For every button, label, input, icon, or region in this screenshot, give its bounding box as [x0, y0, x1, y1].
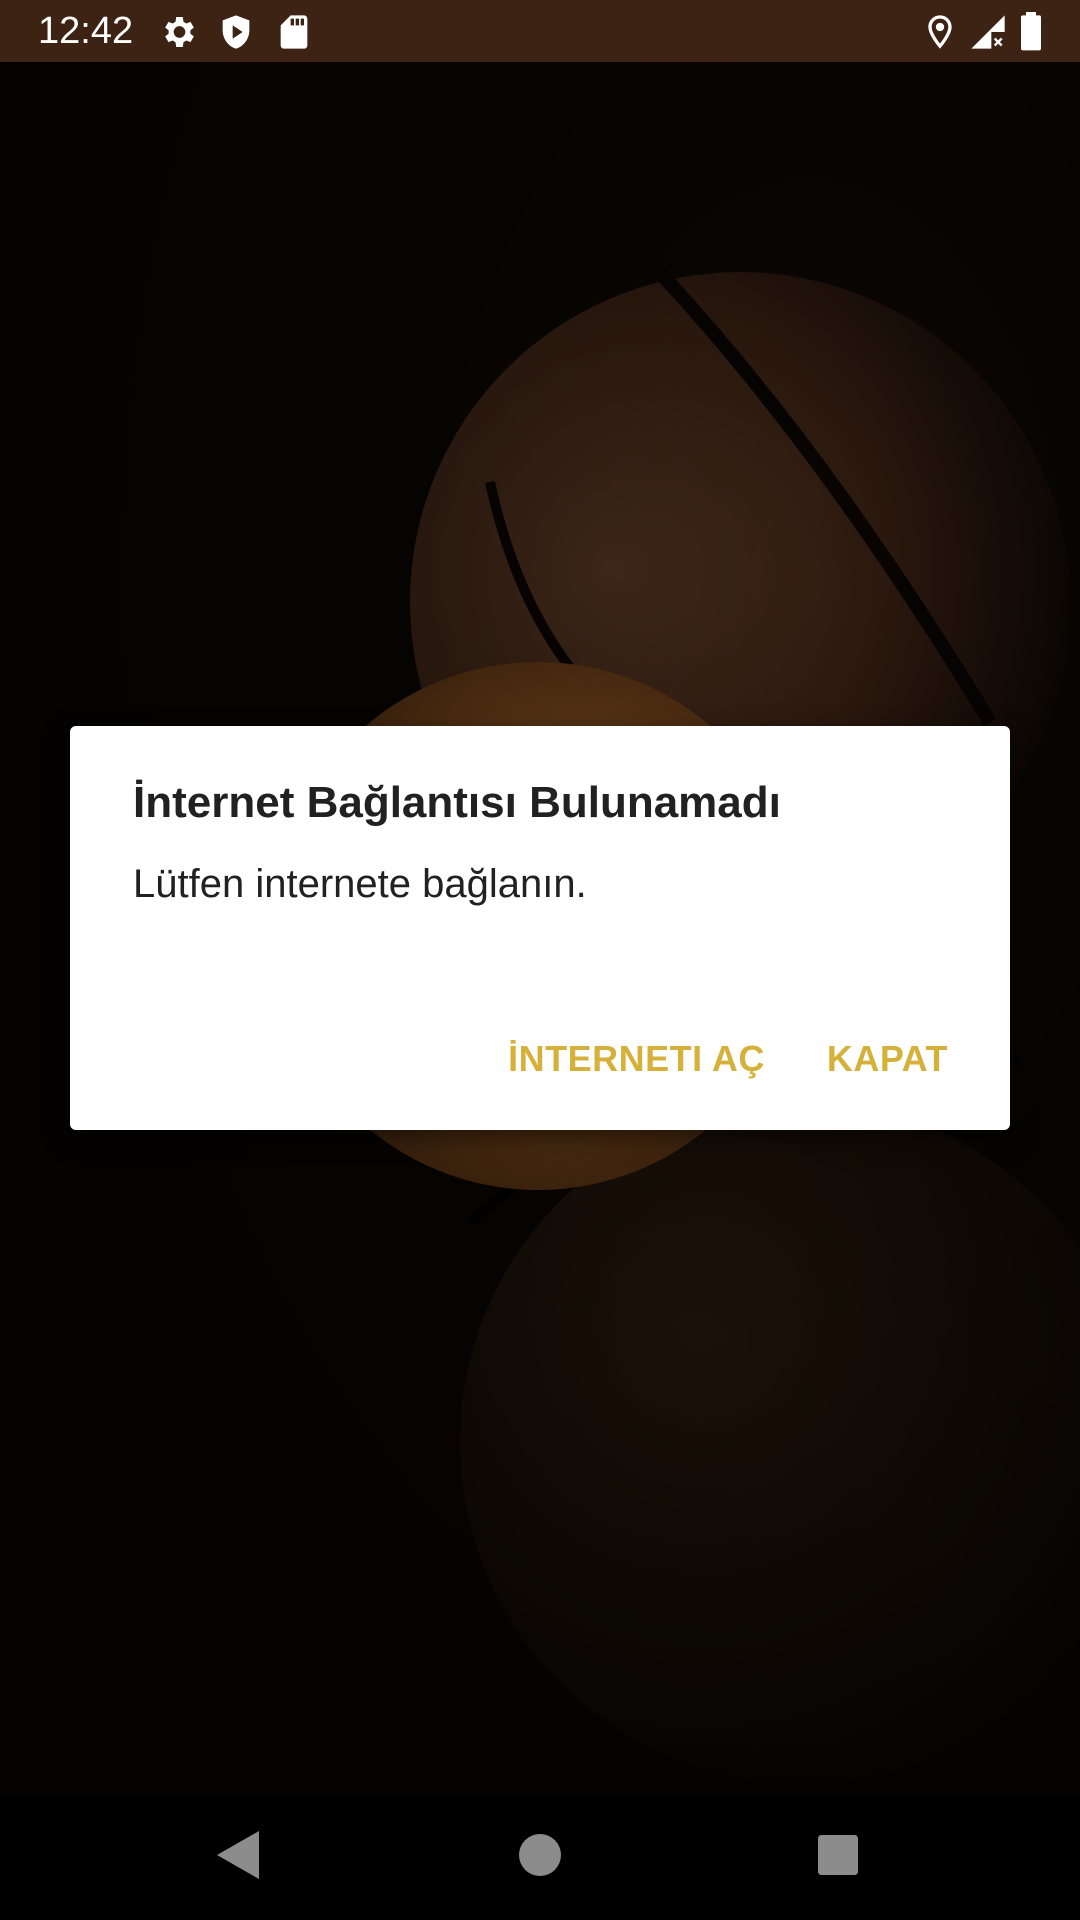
- dialog-actions: İNTERNETI AÇ KAPAT: [508, 1032, 948, 1086]
- battery-icon: [1014, 12, 1048, 57]
- navigation-bar: [0, 1794, 1080, 1920]
- open-internet-button[interactable]: İNTERNETI AÇ: [508, 1032, 765, 1086]
- dialog-title: İnternet Bağlantısı Bulunamadı: [133, 778, 781, 827]
- back-button[interactable]: [206, 1824, 272, 1890]
- back-icon: [215, 1829, 263, 1886]
- shield-icon: [216, 12, 256, 57]
- gear-icon: [158, 12, 198, 57]
- status-bar: 12:42: [0, 0, 1080, 62]
- dialog-message: Lütfen internete bağlanın.: [133, 862, 587, 906]
- recents-icon: [818, 1834, 858, 1880]
- recents-button[interactable]: [805, 1824, 871, 1890]
- home-icon: [519, 1833, 561, 1881]
- home-button[interactable]: [507, 1824, 573, 1890]
- screen: 12:42 İnternet Bağlantısı Bulunamadı Lüt…: [0, 0, 1080, 1920]
- status-time: 12:42: [38, 10, 134, 52]
- signal-no-data-icon: [968, 12, 1008, 57]
- close-button[interactable]: KAPAT: [827, 1032, 948, 1086]
- location-icon: [920, 12, 960, 57]
- no-internet-dialog: İnternet Bağlantısı Bulunamadı Lütfen in…: [70, 726, 1010, 1130]
- sd-card-icon: [274, 12, 314, 57]
